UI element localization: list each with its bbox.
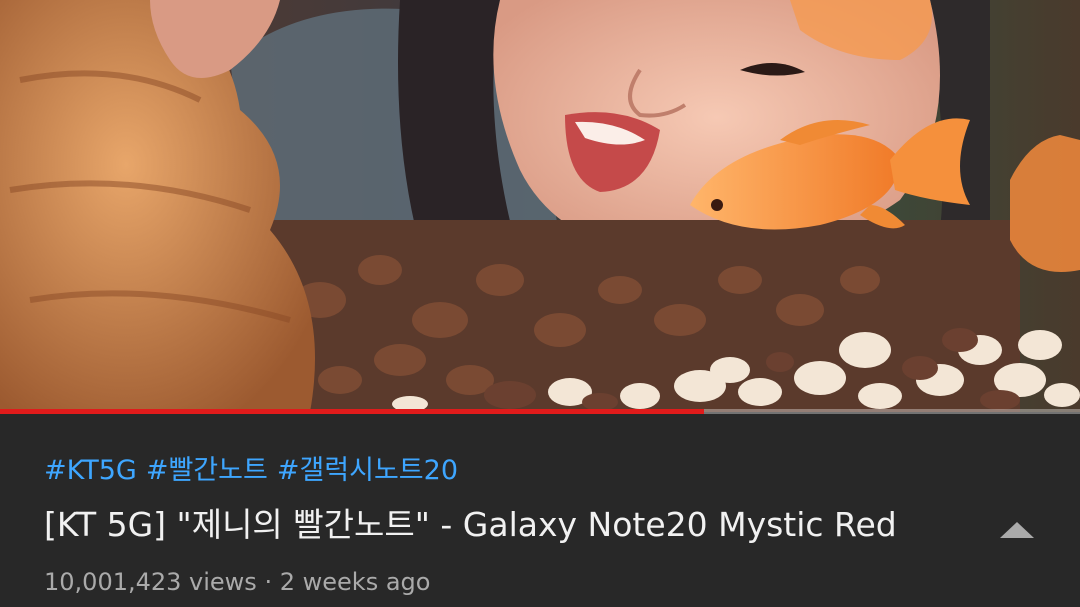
upload-age: 2 weeks ago xyxy=(279,568,431,596)
hashtag-link[interactable]: #빨간노트 xyxy=(146,455,268,486)
meta-separator: · xyxy=(264,568,273,596)
collapse-description-button[interactable] xyxy=(992,510,1042,550)
hashtag-link[interactable]: #갤럭시노트20 xyxy=(277,455,458,486)
video-frame-image xyxy=(0,0,1080,412)
hashtag-link[interactable]: #KT5G xyxy=(44,455,137,486)
view-count: 10,001,423 views xyxy=(44,568,257,596)
video-title[interactable]: [KT 5G] "제니의 빨간노트" - Galaxy Note20 Mysti… xyxy=(44,505,964,545)
video-meta: 10,001,423 views · 2 weeks ago xyxy=(44,567,430,597)
hashtag-list: #KT5G #빨간노트 #갤럭시노트20 xyxy=(44,455,467,487)
video-info-panel: #KT5G #빨간노트 #갤럭시노트20 [KT 5G] "제니의 빨간노트" - … xyxy=(0,414,1080,607)
video-player[interactable] xyxy=(0,0,1080,412)
video-player-screen: #KT5G #빨간노트 #갤럭시노트20 [KT 5G] "제니의 빨간노트" - … xyxy=(0,0,1080,607)
triangle-up-icon xyxy=(1000,522,1034,538)
